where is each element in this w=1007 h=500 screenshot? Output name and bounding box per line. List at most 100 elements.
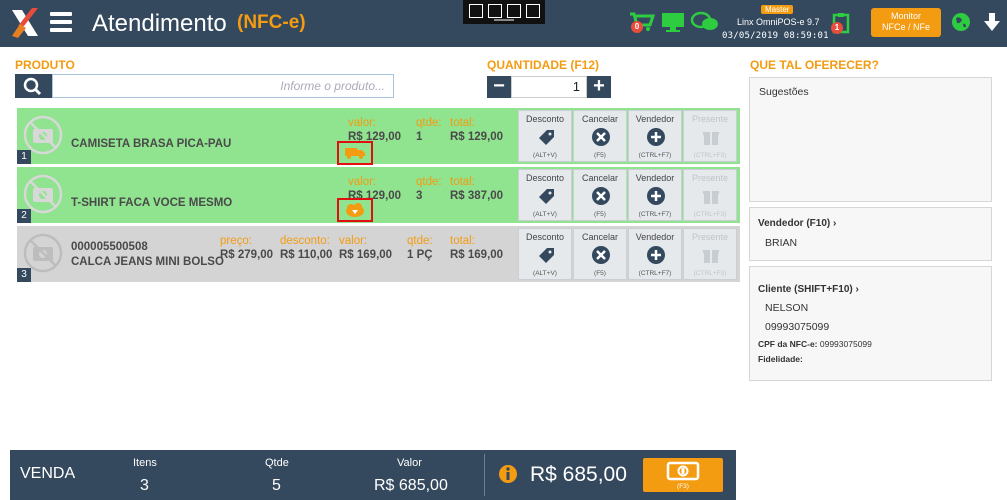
presente-button[interactable]: Presente (CTRL+F3) bbox=[683, 110, 737, 162]
produto-label: PRODUTO bbox=[15, 58, 75, 72]
page-subtitle: (NFC-e) bbox=[237, 12, 306, 33]
presente-button[interactable]: Presente (CTRL+F3) bbox=[683, 169, 737, 221]
add-plus-icon bbox=[647, 187, 665, 205]
vendedor-button[interactable]: Vendedor (CTRL+F7) bbox=[628, 110, 682, 162]
item-index: 1 bbox=[17, 150, 31, 164]
cart-item-row[interactable]: 2 T-SHIRT FACA VOCE MESMO valor: R$ 129,… bbox=[17, 167, 740, 223]
cliente-panel[interactable]: Cliente (SHIFT+F10) › NELSON 09993075099… bbox=[749, 266, 992, 381]
valor-value: R$ 685,00 bbox=[374, 477, 448, 494]
qtde-value: 5 bbox=[272, 477, 281, 494]
cancelar-button[interactable]: Cancelar (F5) bbox=[573, 110, 627, 162]
item-qtde: 3 bbox=[416, 190, 423, 202]
master-badge: Master bbox=[761, 5, 794, 14]
fidelidade-label: Fidelidade: bbox=[758, 354, 803, 364]
sugestoes-panel: Sugestões bbox=[749, 77, 992, 202]
item-qtde: 1 PÇ bbox=[407, 249, 433, 261]
footer-divider bbox=[484, 454, 485, 496]
itens-value: 3 bbox=[140, 477, 149, 494]
valor-label: Valor bbox=[397, 457, 422, 469]
cancelar-button[interactable]: Cancelar (F5) bbox=[573, 169, 627, 221]
page-title: Atendimento bbox=[92, 10, 227, 37]
offer-heading: QUE TAL OFERECER? bbox=[750, 58, 879, 72]
highlight-box bbox=[337, 198, 373, 222]
cart-item-row[interactable]: 3 000005500508 CALCA JEANS MINI BOLSO pr… bbox=[17, 226, 740, 282]
item-total: R$ 387,00 bbox=[450, 190, 504, 202]
item-index: 2 bbox=[17, 209, 31, 223]
delivery-truck-icon bbox=[345, 148, 365, 159]
item-name: T-SHIRT FACA VOCE MESMO bbox=[71, 197, 233, 209]
pointer-icon[interactable] bbox=[488, 4, 502, 18]
item-valor: R$ 169,00 bbox=[339, 249, 393, 261]
vendedor-panel[interactable]: Vendedor (F10) › BRIAN bbox=[749, 207, 992, 261]
quantity-increase-button[interactable]: + bbox=[587, 76, 611, 98]
item-qtde: 1 bbox=[416, 131, 423, 143]
no-photo-icon bbox=[23, 174, 63, 214]
cliente-phone: 09993075099 bbox=[765, 321, 830, 333]
cliente-title: Cliente (SHIFT+F10) › bbox=[758, 284, 859, 295]
capture-toolbar bbox=[463, 0, 545, 24]
vendedor-button[interactable]: Vendedor (CTRL+F7) bbox=[628, 228, 682, 280]
search-button[interactable] bbox=[15, 74, 52, 98]
vendedor-button[interactable]: Vendedor (CTRL+F7) bbox=[628, 169, 682, 221]
download-arrow-icon[interactable] bbox=[983, 12, 1001, 32]
cart-item-row[interactable]: 1 CAMISETA BRASA PICA-PAU valor: R$ 129,… bbox=[17, 108, 740, 165]
gift-icon bbox=[703, 191, 719, 204]
chat-icon[interactable] bbox=[690, 11, 720, 33]
discount-tag-icon bbox=[539, 189, 554, 204]
notice-badge: 1 bbox=[831, 22, 843, 34]
resize-icon[interactable] bbox=[526, 4, 540, 18]
cancel-x-icon bbox=[592, 128, 610, 146]
menu-icon[interactable] bbox=[50, 12, 72, 32]
capture-icon[interactable] bbox=[469, 4, 483, 18]
item-desconto: R$ 110,00 bbox=[280, 249, 333, 261]
sugestoes-title: Sugestões bbox=[759, 86, 809, 98]
gift-icon bbox=[703, 250, 719, 263]
drag-handle[interactable] bbox=[494, 19, 514, 21]
app-logo-icon bbox=[12, 8, 38, 38]
cliente-name: NELSON bbox=[765, 302, 809, 314]
quantity-input[interactable]: 1 bbox=[511, 76, 587, 98]
vendedor-name: BRIAN bbox=[765, 237, 798, 249]
payment-key: (F3) bbox=[677, 483, 689, 490]
item-name: CALCA JEANS MINI BOLSO bbox=[71, 256, 224, 268]
frame-icon[interactable] bbox=[507, 4, 521, 18]
presente-button[interactable]: Presente (CTRL+F3) bbox=[683, 228, 737, 280]
desconto-button[interactable]: Desconto (ALT+V) bbox=[518, 228, 572, 280]
item-total: R$ 129,00 bbox=[450, 131, 504, 143]
highlight-box bbox=[337, 141, 373, 165]
info-icon[interactable] bbox=[498, 464, 518, 484]
cancel-x-icon bbox=[592, 187, 610, 205]
add-plus-icon bbox=[647, 128, 665, 146]
sale-summary-bar: VENDA Itens 3 Qtde 5 Valor R$ 685,00 R$ … bbox=[10, 450, 736, 500]
quantity-decrease-button[interactable]: − bbox=[487, 76, 511, 98]
gift-icon bbox=[703, 132, 719, 145]
monitor-nfce-button[interactable]: Monitor NFCe / NFe bbox=[871, 8, 941, 37]
chevron-right-icon: › bbox=[833, 218, 837, 229]
no-photo-icon bbox=[23, 233, 63, 273]
item-total: R$ 169,00 bbox=[450, 249, 504, 261]
cancel-x-icon bbox=[592, 246, 610, 264]
quantidade-label: QUANTIDADE (F12) bbox=[487, 58, 600, 72]
desconto-button[interactable]: Desconto (ALT+V) bbox=[518, 169, 572, 221]
payment-button[interactable]: (F3) bbox=[643, 458, 723, 492]
monitor-icon[interactable] bbox=[660, 12, 686, 34]
datetime: 03/05/2019 08:59:01 bbox=[722, 31, 829, 41]
cancelar-button[interactable]: Cancelar (F5) bbox=[573, 228, 627, 280]
no-photo-icon bbox=[23, 115, 63, 155]
product-search-input[interactable] bbox=[52, 74, 394, 98]
globe-icon[interactable] bbox=[951, 12, 971, 32]
venda-label: VENDA bbox=[20, 465, 76, 482]
discount-tag-icon bbox=[539, 248, 554, 263]
app-version: Linx OmniPOS-e 9.7 bbox=[737, 17, 820, 27]
sale-total: R$ 685,00 bbox=[530, 463, 627, 486]
cloud-download-icon bbox=[346, 203, 364, 217]
desconto-button[interactable]: Desconto (ALT+V) bbox=[518, 110, 572, 162]
itens-label: Itens bbox=[133, 457, 157, 469]
item-index: 3 bbox=[17, 268, 31, 282]
cash-icon bbox=[666, 461, 700, 481]
discount-tag-icon bbox=[539, 130, 554, 145]
qtde-label: Qtde bbox=[265, 457, 289, 469]
cart-badge: 0 bbox=[631, 21, 643, 33]
item-code: 000005500508 bbox=[71, 241, 148, 253]
chevron-right-icon: › bbox=[855, 284, 859, 295]
